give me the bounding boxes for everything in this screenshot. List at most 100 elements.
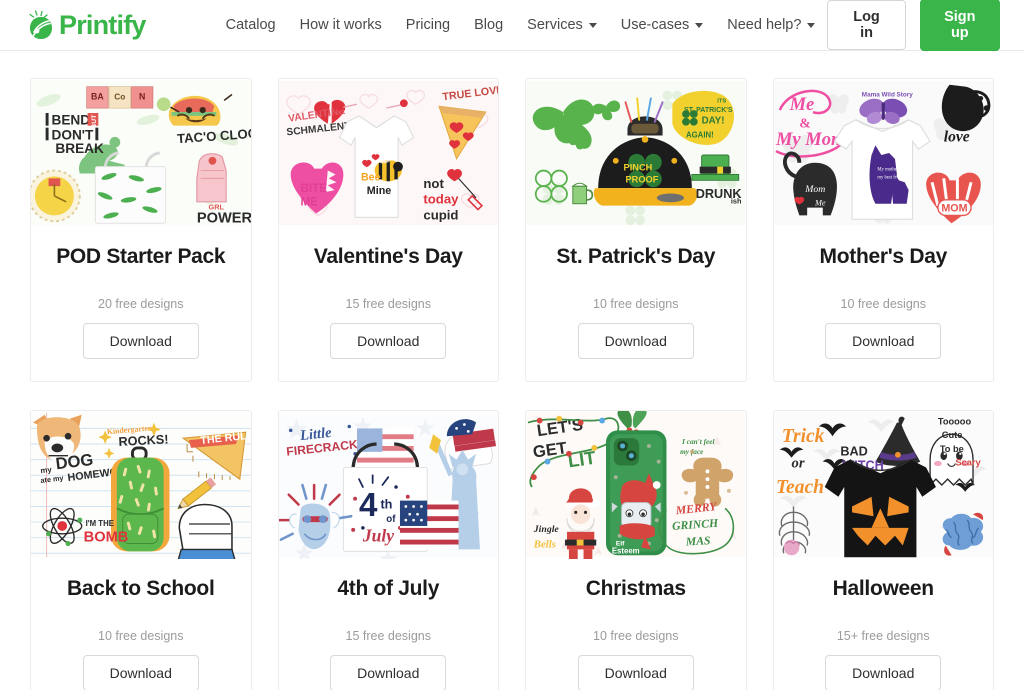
svg-text:BOMB: BOMB: [84, 530, 129, 546]
svg-text:ITS: ITS: [717, 98, 726, 104]
svg-text:MAS: MAS: [684, 534, 711, 548]
halloween-thumbnail-icon[interactable]: Trick or Teach BAD WITCH Tooooo Cute To …: [773, 411, 993, 559]
svg-text:not: not: [423, 176, 444, 191]
header-actions: Log in Sign up: [827, 0, 1000, 51]
svg-text:DAY!: DAY!: [702, 116, 725, 127]
nav-item-blog[interactable]: Blog: [462, 11, 515, 39]
svg-text:Esteem: Esteem: [612, 546, 640, 555]
svg-text:BITE: BITE: [300, 182, 327, 195]
nav-label: Need help?: [727, 17, 802, 33]
pod-starter-pack-thumbnail-icon[interactable]: BA Co N BEND BUT I DON'T BREAK TAC'O CLO…: [31, 79, 251, 227]
site-header: Printify Catalog How it works Pricing Bl…: [0, 0, 1024, 51]
card-design-count: 10 free designs: [593, 297, 679, 311]
card-title: Halloween: [832, 577, 934, 600]
svg-text:my: my: [40, 465, 53, 475]
design-pack-card[interactable]: my DOG ate my HOMEWORK Kindergarten ROCK…: [30, 410, 252, 690]
nav-label: Services: [527, 17, 583, 33]
svg-text:N: N: [139, 91, 145, 101]
download-button[interactable]: Download: [330, 655, 447, 690]
design-pack-card[interactable]: LET'S GET LIT Elf Esteem Jingle Bells I …: [525, 410, 747, 690]
nav-item-catalog[interactable]: Catalog: [214, 11, 288, 39]
svg-text:BAD: BAD: [840, 445, 867, 459]
main-navigation: Catalog How it works Pricing Blog Servic…: [214, 11, 828, 39]
card-design-count: 10 free designs: [840, 297, 926, 311]
svg-text:I can't feel: I can't feel: [681, 437, 715, 446]
nav-label: How it works: [299, 17, 382, 33]
svg-text:BUT I: BUT I: [91, 111, 98, 129]
design-pack-grid: BA Co N BEND BUT I DON'T BREAK TAC'O CLO…: [0, 51, 1024, 690]
svg-text:BA: BA: [91, 91, 104, 101]
nav-label: Catalog: [225, 17, 276, 33]
nav-label: Pricing: [405, 17, 451, 33]
log-in-button[interactable]: Log in: [827, 0, 906, 50]
svg-text:Scary: Scary: [955, 457, 981, 467]
svg-text:th: th: [380, 497, 392, 511]
card-title: Christmas: [585, 577, 686, 600]
st-patricks-day-thumbnail-icon[interactable]: ST. PATRICK'S DAY! AGAIN! ITS PINCH PROO…: [526, 79, 746, 227]
download-button[interactable]: Download: [825, 323, 942, 359]
svg-text:ME: ME: [300, 196, 318, 209]
svg-text:Trick: Trick: [781, 426, 824, 447]
nav-item-use-cases[interactable]: Use-cases: [609, 11, 716, 39]
svg-text:Mama Wild Story: Mama Wild Story: [861, 91, 912, 98]
design-pack-card[interactable]: Trick or Teach BAD WITCH Tooooo Cute To …: [772, 410, 994, 690]
svg-text:today: today: [423, 192, 459, 207]
card-design-count: 15 free designs: [345, 629, 431, 643]
svg-text:Cute: Cute: [941, 430, 962, 440]
svg-text:POWER: POWER: [197, 210, 251, 226]
card-title: St. Patrick's Day: [556, 245, 716, 268]
download-button[interactable]: Download: [330, 323, 447, 359]
download-button[interactable]: Download: [577, 323, 694, 359]
design-pack-card[interactable]: Little FIRECRACKER 4 th of July 4th of J…: [277, 410, 499, 690]
card-title: 4th of July: [337, 577, 440, 600]
sign-up-button[interactable]: Sign up: [919, 0, 1000, 51]
svg-text:BEND: BEND: [51, 113, 90, 128]
card-design-count: 15+ free designs: [836, 629, 930, 643]
svg-text:ROCKS!: ROCKS!: [118, 432, 169, 449]
printify-logo-text: Printify: [59, 9, 146, 40]
svg-text:4: 4: [358, 487, 377, 524]
card-design-count: 10 free designs: [98, 629, 184, 643]
nav-item-need-help[interactable]: Need help?: [715, 11, 827, 39]
svg-text:PINCH: PINCH: [624, 163, 653, 173]
svg-text:Me: Me: [813, 199, 825, 208]
design-pack-card[interactable]: Me & My Mom Mama Wild Story love Mom Me …: [772, 78, 994, 382]
download-button[interactable]: Download: [82, 655, 199, 690]
card-design-count: 20 free designs: [98, 297, 184, 311]
valentines-day-thumbnail-icon[interactable]: VALENTINE SCHMALENTINE TRUE LOVE BITE ME: [278, 79, 498, 227]
printify-logo[interactable]: Printify: [28, 10, 146, 40]
svg-text:PROOF: PROOF: [626, 174, 659, 184]
svg-text:Co: Co: [114, 91, 125, 101]
download-button[interactable]: Download: [82, 323, 199, 359]
download-button[interactable]: Download: [577, 655, 694, 690]
chevron-down-icon: [695, 22, 704, 28]
mothers-day-thumbnail-icon[interactable]: Me & My Mom Mama Wild Story love Mom Me …: [773, 79, 993, 227]
svg-text:I'M THE: I'M THE: [86, 519, 114, 528]
svg-text:ish: ish: [731, 197, 742, 206]
svg-text:MOM: MOM: [941, 203, 967, 215]
design-pack-card[interactable]: BA Co N BEND BUT I DON'T BREAK TAC'O CLO…: [30, 78, 252, 382]
design-pack-card[interactable]: VALENTINE SCHMALENTINE TRUE LOVE BITE ME: [277, 78, 499, 382]
svg-text:Tooooo: Tooooo: [937, 417, 971, 427]
download-button[interactable]: Download: [825, 655, 942, 690]
design-pack-card[interactable]: ST. PATRICK'S DAY! AGAIN! ITS PINCH PROO…: [525, 78, 747, 382]
svg-text:of: of: [386, 514, 396, 525]
svg-text:cupid: cupid: [423, 207, 458, 222]
svg-text:Bee: Bee: [360, 171, 380, 183]
svg-text:Mine: Mine: [366, 185, 390, 197]
card-title: POD Starter Pack: [56, 245, 226, 268]
svg-text:Me: Me: [788, 94, 814, 115]
nav-item-how-it-works[interactable]: How it works: [288, 11, 394, 39]
nav-item-pricing[interactable]: Pricing: [394, 11, 462, 39]
card-title: Mother's Day: [819, 245, 948, 268]
4th-of-july-thumbnail-icon[interactable]: Little FIRECRACKER 4 th of July: [278, 411, 498, 559]
card-title: Back to School: [67, 577, 215, 600]
svg-text:or: or: [791, 455, 804, 471]
christmas-thumbnail-icon[interactable]: LET'S GET LIT Elf Esteem Jingle Bells I …: [526, 411, 746, 559]
card-design-count: 15 free designs: [345, 297, 431, 311]
card-design-count: 10 free designs: [593, 629, 679, 643]
nav-item-services[interactable]: Services: [515, 11, 609, 39]
back-to-school-thumbnail-icon[interactable]: my DOG ate my HOMEWORK Kindergarten ROCK…: [31, 411, 251, 559]
svg-text:My mother is: My mother is: [877, 168, 902, 173]
svg-text:my best friend: my best friend: [877, 175, 905, 180]
